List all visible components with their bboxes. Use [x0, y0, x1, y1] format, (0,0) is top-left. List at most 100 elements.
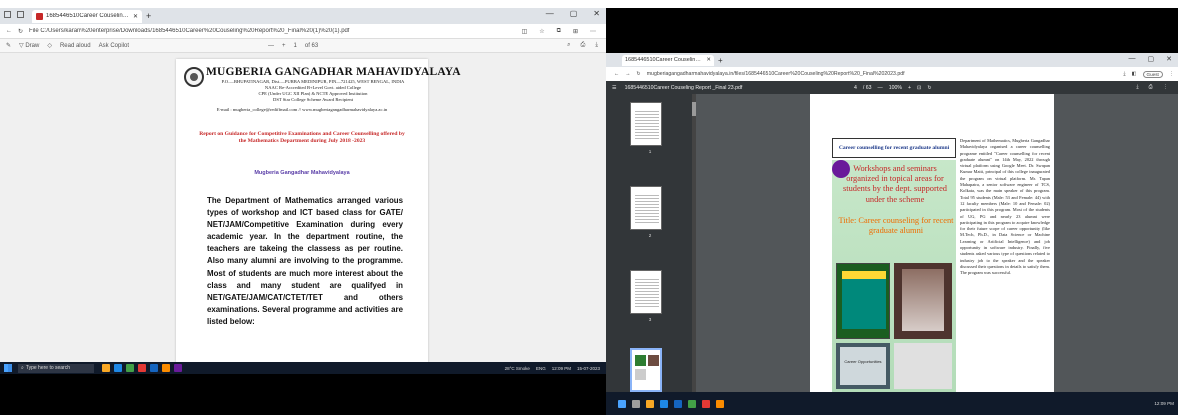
reload-icon[interactable]: ↻ [18, 28, 23, 35]
store-icon[interactable] [688, 399, 696, 408]
tab-actions-icon[interactable] [17, 11, 24, 18]
app-icon[interactable] [162, 364, 170, 372]
favorite-icon[interactable]: ☆ [539, 28, 544, 35]
erase-icon[interactable]: ◇ [47, 42, 52, 49]
highlight-icon[interactable]: ✎ [6, 42, 11, 49]
page-number-input[interactable]: 4 [854, 85, 857, 91]
letterhead-accreditation: NAAC Re-Accredited B+Level Govt. aided C… [264, 85, 362, 90]
top-title-fragment [300, 0, 860, 8]
minimize-icon[interactable]: — [1129, 55, 1136, 63]
close-tab-icon[interactable]: ✕ [706, 57, 711, 63]
left-url[interactable]: File C:/Users/karan%20enterprise/Downloa… [29, 28, 516, 34]
zoom-level[interactable]: 100% [889, 85, 902, 91]
page-thumbnail[interactable] [630, 186, 662, 230]
chrome-icon[interactable] [702, 399, 710, 408]
app-icon[interactable] [174, 364, 182, 372]
new-tab-button[interactable]: + [718, 56, 723, 65]
print-icon[interactable]: ⎙ [581, 42, 586, 49]
right-page-controls: 4 / 63 — 100% + ⊡ ↻ [854, 85, 932, 91]
thumbnail-number: 3 [648, 317, 652, 322]
page-count: of 63 [304, 42, 319, 49]
left-pdf-viewer[interactable]: MUGBERIA GANGADHAR MAHAVIDYALAYA P.O.—BH… [0, 53, 606, 367]
right-url[interactable]: mugberiagangadharmahavidyalaya.in/files/… [647, 71, 1118, 77]
page-thumbnail-selected[interactable] [630, 348, 662, 392]
search-icon[interactable] [632, 399, 640, 408]
word-icon[interactable] [674, 399, 682, 408]
file-explorer-icon[interactable] [646, 399, 654, 408]
right-tab-bar: 1685446510Career Couseling R ✕ + — ▢ ✕ [606, 53, 1178, 67]
guest-profile-button[interactable]: Guest [1142, 70, 1163, 78]
pdf-file-icon [36, 12, 43, 20]
close-tab-icon[interactable]: ✕ [133, 13, 138, 20]
letterhead-email: E-mail : mugberia_college@rediffmail.com… [216, 107, 388, 112]
close-window-icon[interactable]: ✕ [593, 9, 600, 18]
page-number-input[interactable]: 1 [294, 43, 297, 49]
right-window-controls: — ▢ ✕ [1129, 55, 1173, 63]
right-tab-title: 1685446510Career Couseling R [625, 57, 704, 63]
collections-icon[interactable]: ⊞ [573, 28, 578, 35]
page-thumbnail[interactable] [630, 102, 662, 146]
download-icon[interactable]: ⤓ [1136, 84, 1138, 91]
extensions-icon[interactable]: ⧉ [557, 28, 561, 35]
clock-time[interactable]: 12:09 PM [552, 366, 571, 371]
letterhead-approval: CPE (Under UGC XII Plan) & NCTE Approved… [258, 91, 368, 96]
forward-icon[interactable]: → [625, 71, 630, 77]
chrome-icon[interactable] [138, 364, 146, 372]
save-icon[interactable]: ⤓ [595, 42, 598, 49]
sidebar-icon[interactable]: ◧ [1132, 71, 1137, 77]
page-thumbnail[interactable] [630, 270, 662, 314]
left-pdf-actions: ⌕ ⎙ ⤓ [567, 42, 598, 49]
new-tab-button[interactable]: + [146, 11, 151, 21]
windows-start-icon[interactable] [4, 364, 12, 372]
rotate-icon[interactable]: ↻ [927, 85, 931, 91]
edge-icon[interactable] [114, 364, 122, 372]
zoom-out-button[interactable]: — [268, 43, 274, 49]
search-icon[interactable]: ⌕ [567, 42, 570, 49]
file-explorer-icon[interactable] [102, 364, 110, 372]
system-tray: 28°C Smoke ENG 12:09 PM 15-07-2023 [505, 366, 600, 371]
app-icon[interactable] [716, 399, 724, 408]
workspace-icon[interactable] [4, 11, 11, 18]
taskbar-search[interactable]: ⌕ Type here to search [18, 363, 94, 373]
taskbar-apps [102, 364, 182, 372]
read-aloud-button[interactable]: Read aloud [60, 43, 91, 49]
download-icon[interactable]: ⤓ [1123, 71, 1125, 78]
read-mode-icon[interactable]: ◫ [522, 28, 528, 35]
slide-caption: Career Opportunities [844, 359, 882, 364]
left-page-controls: — + 1 of 63 [268, 43, 318, 49]
word-icon[interactable] [150, 364, 158, 372]
left-tab-bar: 1685446510Career Couseling Re ✕ + — ▢ ✕ [0, 8, 606, 24]
reload-icon[interactable]: ↻ [636, 71, 640, 77]
left-pdf-toolbar: ✎ ▽ Draw ◇ Read aloud Ask Copilot — + 1 … [0, 39, 606, 53]
edge-icon[interactable] [660, 399, 668, 408]
back-icon[interactable]: ← [6, 28, 12, 34]
settings-icon[interactable]: ⋯ [590, 28, 596, 35]
maximize-icon[interactable]: ▢ [570, 9, 578, 18]
right-browser-actions: ⤓ ◧ Guest ⋮ [1123, 70, 1178, 78]
clock-date[interactable]: 15-07-2023 [577, 366, 600, 371]
zoom-in-button[interactable]: + [282, 43, 286, 49]
store-icon[interactable] [126, 364, 134, 372]
taskbar-apps [618, 399, 724, 408]
left-tab-active[interactable]: 1685446510Career Couseling Re ✕ [32, 9, 142, 23]
more-icon[interactable]: ⋮ [1163, 84, 1168, 91]
webinar-screenshot [836, 263, 890, 339]
clock-time[interactable]: 12:09 PM [1154, 401, 1174, 406]
right-tab-active[interactable]: 1685446510Career Couseling R ✕ [622, 54, 714, 66]
right-pdf-viewer[interactable]: Career counselling for recent graduate a… [696, 94, 1178, 392]
college-emblem-icon [184, 67, 204, 87]
maximize-icon[interactable]: ▢ [1148, 55, 1155, 63]
draw-button[interactable]: ▽ Draw [19, 42, 39, 49]
weather-status[interactable]: 28°C Smoke [505, 366, 530, 371]
print-icon[interactable]: ⎙ [1149, 84, 1153, 91]
fit-page-icon[interactable]: ⊡ [917, 85, 921, 91]
close-window-icon[interactable]: ✕ [1166, 55, 1172, 63]
minimize-icon[interactable]: — [546, 9, 554, 18]
windows-start-icon[interactable] [618, 399, 626, 408]
language-indicator[interactable]: ENG [536, 366, 546, 371]
zoom-out-button[interactable]: — [878, 85, 883, 91]
poster-title: Title: Career counseling for recent grad… [838, 216, 954, 235]
zoom-in-button[interactable]: + [908, 85, 911, 91]
menu-icon[interactable]: ⋮ [1169, 71, 1174, 77]
ask-copilot-button[interactable]: Ask Copilot [99, 43, 129, 49]
